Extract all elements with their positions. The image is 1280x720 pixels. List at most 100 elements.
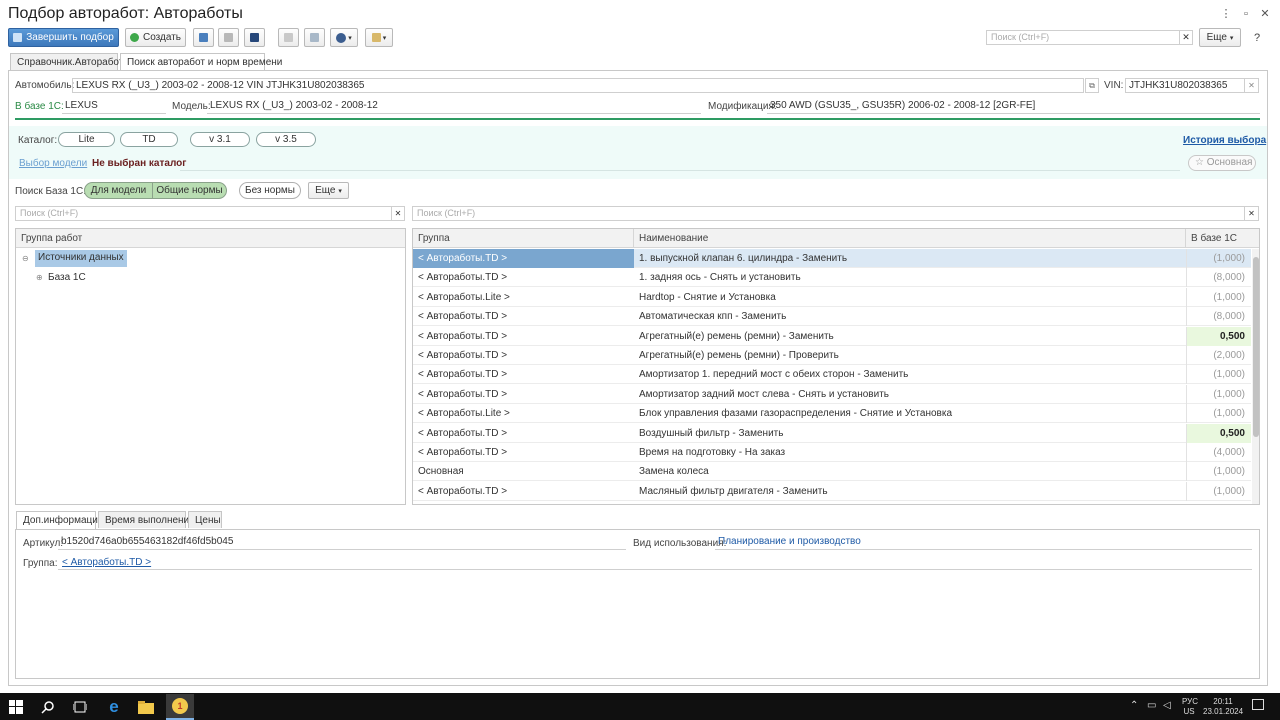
notification-icon[interactable] xyxy=(1252,699,1264,710)
table-row[interactable]: < Автоработы.TD > 1. задняя ось - Снять и… xyxy=(413,268,1251,288)
table-row[interactable]: < Автоработы.TD > Амортизатор 1. передний… xyxy=(413,365,1251,385)
table-scrollbar[interactable] xyxy=(1252,249,1259,504)
toolbar-search-input[interactable]: Поиск (Ctrl+F) xyxy=(986,30,1180,45)
internet-explorer-icon[interactable]: e xyxy=(104,697,124,717)
list-icon[interactable] xyxy=(278,28,299,47)
catalog-not-selected: Не выбран каталог xyxy=(92,158,187,169)
filter-more-label: Еще xyxy=(315,185,336,196)
windows-start-icon[interactable] xyxy=(6,697,26,717)
finish-icon xyxy=(13,33,23,42)
open-link-icon[interactable]: ⧉ xyxy=(1085,78,1099,93)
tab-execution-time[interactable]: Время выполнения xyxy=(98,511,195,528)
table-row[interactable]: < Автоработы.Lite > Блок управления фазам… xyxy=(413,404,1251,424)
tab-catalog[interactable]: Справочник.Автоработы xyxy=(10,53,131,70)
cell-name: Блок управления фазами газораспределения… xyxy=(639,408,953,420)
status-dropdown-icon[interactable]: ▾ xyxy=(330,28,358,47)
model-value: LEXUS RX (_U3_) 2003-02 - 2008-12 xyxy=(207,99,701,114)
cell-name: Замена колеса xyxy=(639,466,709,478)
table-row[interactable]: < Автоработы.TD > Автоматическая кпп - За… xyxy=(413,307,1251,327)
catalog-lite-button[interactable]: Lite xyxy=(58,132,115,147)
catalog-v35-button[interactable]: v 3.5 xyxy=(256,132,316,147)
file-explorer-icon[interactable] xyxy=(136,697,156,717)
cell-name: Автоматическая кпп - Заменить xyxy=(639,311,787,323)
left-clear-search-icon[interactable]: ✕ xyxy=(392,206,405,221)
table-row[interactable]: < Автоработы.TD > 1. выпускной клапан 6. … xyxy=(413,249,1251,268)
catalog-td-button[interactable]: TD xyxy=(120,132,178,147)
tab-prices[interactable]: Цены xyxy=(188,511,222,528)
base-label: В базе 1С: xyxy=(15,101,64,112)
tree-item-base1c[interactable]: База 1С xyxy=(48,272,86,283)
vin-field[interactable]: JTJHK31U802038365 xyxy=(1125,78,1245,93)
1c-app-icon: 1 xyxy=(172,698,188,714)
cell-group: < Автоработы.TD > xyxy=(418,427,508,439)
col-name-header[interactable]: Наименование xyxy=(634,229,1186,248)
volume-icon[interactable]: ◁ xyxy=(1163,700,1171,711)
car-label: Автомобиль: xyxy=(15,80,75,91)
cell-base-value: (1,000) xyxy=(1186,462,1251,482)
report-icon[interactable] xyxy=(304,28,325,47)
car-field[interactable]: LEXUS RX (_U3_) 2003-02 - 2008-12 VIN JT… xyxy=(72,78,1084,93)
cell-base-value: (4,000) xyxy=(1186,443,1251,462)
cell-group: < Автоработы.TD > xyxy=(413,249,634,268)
folder-icon[interactable] xyxy=(193,28,214,47)
title-bar: Подбор авторабот: Автоработы ⋮ ▫ ✕ xyxy=(0,0,1280,28)
work-group-tree: Группа работ ⊖ Источники данных ⊕ База 1… xyxy=(15,228,406,505)
columns-icon[interactable] xyxy=(244,28,265,47)
model-select-link[interactable]: Выбор модели xyxy=(19,158,87,169)
1c-app-taskbar-item[interactable]: 1 xyxy=(166,694,194,720)
create-button[interactable]: Создать xyxy=(125,28,186,47)
print-dropdown-icon[interactable]: ▾ xyxy=(365,28,393,47)
history-link[interactable]: История выбора xyxy=(1183,135,1266,146)
more-button[interactable]: Еще ▾ xyxy=(1199,28,1241,47)
table-row[interactable]: < Автоработы.Lite > Hardtop - Снятие и Ус… xyxy=(413,287,1251,307)
expand-icon[interactable]: ⊕ xyxy=(36,273,43,282)
right-clear-search-icon[interactable]: ✕ xyxy=(1245,206,1259,221)
chevron-up-icon[interactable]: ⌃ xyxy=(1130,700,1138,711)
table-row[interactable]: < Автоработы.TD > Агрегатный(е) ремень (р… xyxy=(413,326,1251,346)
tab-search-works[interactable]: Поиск авторабот и норм времени xyxy=(120,53,282,71)
close-window-icon[interactable]: ✕ xyxy=(1257,6,1273,22)
restore-window-icon[interactable]: ▫ xyxy=(1238,6,1254,22)
clock[interactable]: 20:11 23.01.2024 xyxy=(1203,697,1243,717)
filter-more-button[interactable]: Еще ▾ xyxy=(308,182,349,199)
network-icon[interactable]: ▭ xyxy=(1147,700,1156,711)
table-row[interactable]: Основная Замена колеса (1,000) xyxy=(413,462,1251,482)
clear-vin-icon[interactable]: ✕ xyxy=(1245,78,1259,93)
input-language-indicator[interactable]: РУС US xyxy=(1182,697,1198,717)
main-favorite-button[interactable]: ☆ Основная xyxy=(1188,155,1256,171)
no-norm-button[interactable]: Без нормы xyxy=(239,182,301,199)
col-group-header[interactable]: Группа xyxy=(413,229,634,248)
search-icon[interactable] xyxy=(38,697,58,717)
usage-value[interactable]: Планирование и производство xyxy=(715,535,1252,550)
table-row[interactable]: < Автоработы.TD > Амортизатор задний мост… xyxy=(413,384,1251,404)
cell-group: < Автоработы.TD > xyxy=(418,447,508,458)
catalog-v31-button[interactable]: v 3.1 xyxy=(190,132,250,147)
table-row[interactable]: < Автоработы.TD > Агрегатный(е) ремень (р… xyxy=(413,346,1251,365)
cell-group: < Автоработы.Lite > xyxy=(418,408,510,420)
more-vertical-icon[interactable]: ⋮ xyxy=(1218,6,1234,22)
for-model-button[interactable]: Для модели xyxy=(85,183,152,198)
left-search-input[interactable]: Поиск (Ctrl+F) xyxy=(15,206,392,221)
col-base-header[interactable]: В базе 1С xyxy=(1186,229,1251,248)
table-row[interactable]: < Автоработы.TD > Воздушный фильтр - Заме… xyxy=(413,423,1251,443)
article-value: b1520d746a0b655463182df46fd5b045 xyxy=(58,535,626,550)
group-link[interactable]: < Автоработы.TD > xyxy=(62,557,151,568)
collapse-icon[interactable]: ⊖ xyxy=(22,254,29,263)
table-row[interactable]: < Автоработы.TD > Время на подготовку - Н… xyxy=(413,443,1251,462)
scrollbar-thumb[interactable] xyxy=(1253,257,1259,437)
help-icon[interactable]: ? xyxy=(1249,30,1265,46)
clear-search-icon[interactable]: ✕ xyxy=(1180,30,1193,45)
tree-header: Группа работ xyxy=(16,229,405,248)
cell-name: Агрегатный(е) ремень (ремни) - Проверить xyxy=(639,350,839,361)
clock-date: 23.01.2024 xyxy=(1203,707,1244,716)
right-search-input[interactable]: Поиск (Ctrl+F) xyxy=(412,206,1245,221)
usage-label: Вид использования: xyxy=(633,538,727,549)
details-panel xyxy=(15,529,1260,679)
table-row[interactable]: < Автоработы.TD > Масляный фильтр двигате… xyxy=(413,481,1251,501)
general-norms-button[interactable]: Общие нормы xyxy=(153,183,226,198)
tab-additional-info[interactable]: Доп.информация xyxy=(16,511,103,529)
task-view-icon[interactable] xyxy=(70,697,90,717)
copy-icon[interactable] xyxy=(218,28,239,47)
finish-selection-button[interactable]: Завершить подбор xyxy=(8,28,119,47)
tree-item-sources[interactable]: Источники данных xyxy=(35,250,127,267)
